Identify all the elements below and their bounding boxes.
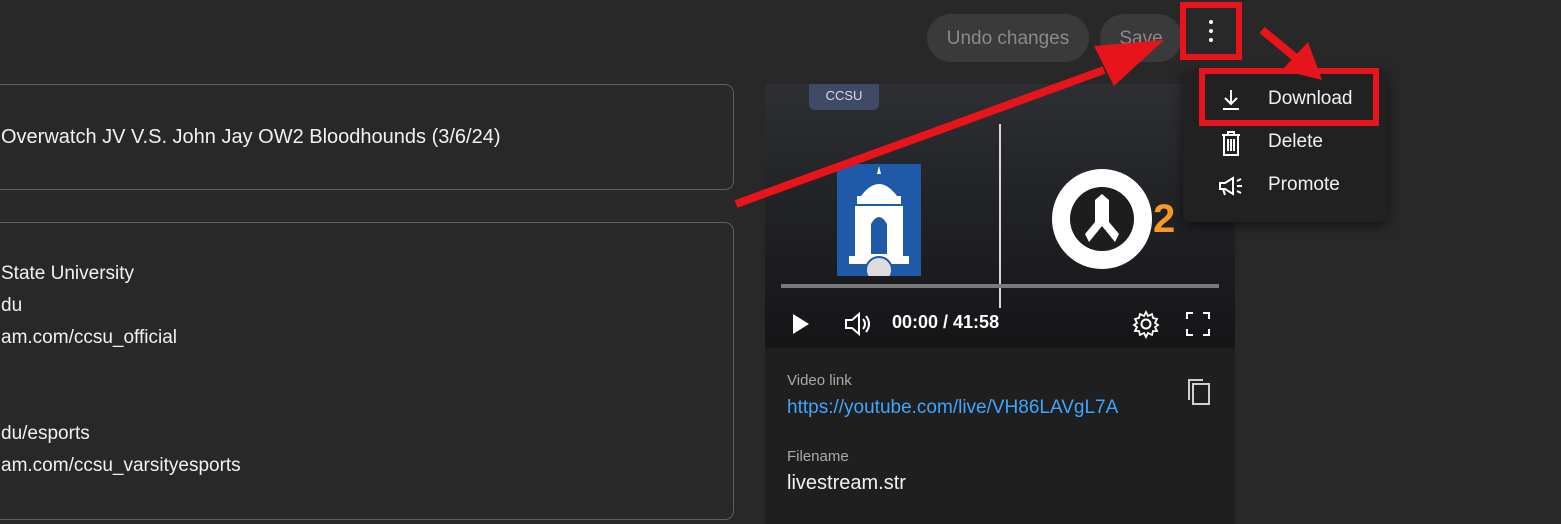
filename-label: Filename	[787, 448, 849, 465]
title-field[interactable]: Overwatch JV V.S. John Jay OW2 Bloodhoun…	[0, 84, 734, 190]
sign-text: CCSU	[809, 84, 879, 110]
menu-item-label: Delete	[1268, 131, 1323, 152]
description-line: am.com/ccsu_official	[1, 327, 177, 348]
overwatch-logo	[1047, 164, 1157, 274]
video-link-label: Video link	[787, 372, 852, 389]
menu-item-label: Promote	[1268, 174, 1340, 195]
menu-item-delete[interactable]: Delete	[1183, 123, 1387, 163]
title-value: Overwatch JV V.S. John Jay OW2 Bloodhoun…	[1, 126, 501, 148]
description-line: am.com/ccsu_varsityesports	[1, 455, 241, 476]
play-icon[interactable]	[789, 309, 813, 339]
seek-bar[interactable]	[781, 284, 1219, 288]
trash-icon	[1222, 131, 1240, 156]
undo-changes-button[interactable]: Undo changes	[927, 14, 1089, 62]
description-line: du/esports	[1, 423, 90, 444]
description-field[interactable]: State University du am.com/ccsu_official…	[0, 222, 734, 520]
time-display: 00:00 / 41:58	[892, 312, 1000, 332]
video-link[interactable]: https://youtube.com/live/VH86LAVgL7A	[787, 397, 1118, 419]
description-line: du	[1, 295, 23, 316]
description-line: State University	[1, 263, 135, 284]
more-options-button[interactable]	[1180, 2, 1242, 60]
filename-value: livestream.str	[787, 472, 906, 494]
copy-icon[interactable]	[1185, 376, 1213, 408]
arrow-to-download-line	[1259, 26, 1299, 62]
save-button[interactable]: Save	[1100, 14, 1182, 62]
settings-gear-icon[interactable]	[1131, 309, 1161, 339]
ccsu-logo	[837, 164, 921, 284]
fullscreen-icon[interactable]	[1185, 309, 1211, 339]
more-vert-icon	[1209, 20, 1213, 24]
menu-item-promote[interactable]: Promote	[1183, 166, 1387, 206]
volume-icon[interactable]	[843, 309, 871, 339]
download-highlight-box	[1199, 68, 1379, 126]
video-player[interactable]: CCSU 2 00:00 / 41:58	[765, 84, 1235, 348]
megaphone-icon	[1219, 176, 1242, 196]
split-divider	[999, 124, 1001, 308]
video-info-panel: Video link https://youtube.com/live/VH86…	[765, 348, 1235, 524]
